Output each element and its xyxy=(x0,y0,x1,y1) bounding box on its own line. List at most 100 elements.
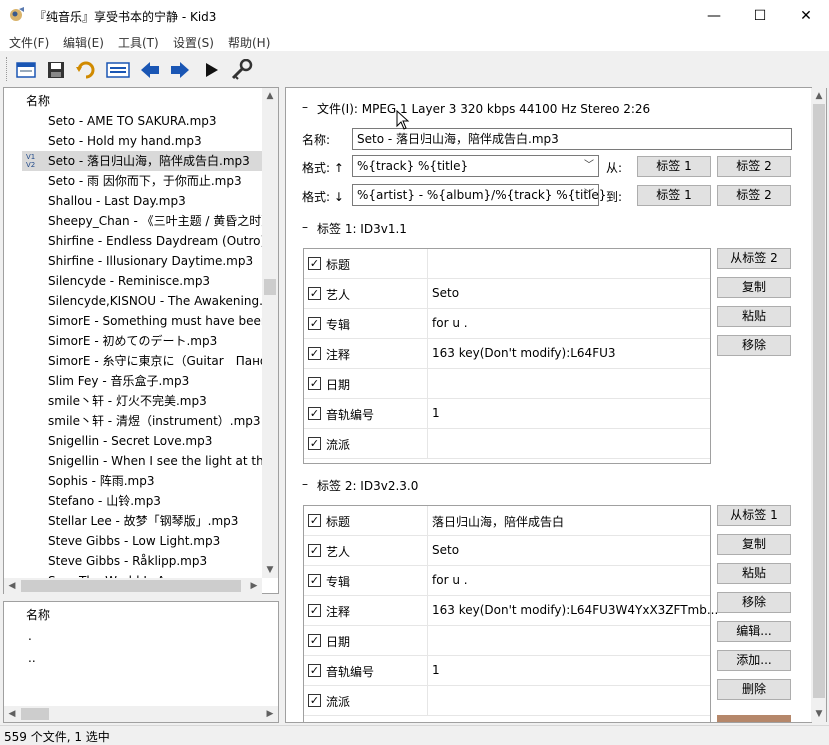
file-list-item[interactable]: Seto - AME TO SAKURA.mp3 xyxy=(22,111,262,131)
field-value[interactable]: for u . xyxy=(432,316,468,330)
file-list-item[interactable]: Steve Gibbs - Low Light.mp3 xyxy=(22,531,262,551)
field-value[interactable]: Seto xyxy=(432,543,459,557)
dir-list-hscroll-thumb[interactable] xyxy=(21,708,49,720)
field-checkbox[interactable]: ✓ xyxy=(308,287,321,300)
name-input[interactable]: Seto - 落日归山海，陪伴成告白.mp3 xyxy=(352,128,792,150)
field-checkbox[interactable]: ✓ xyxy=(308,544,321,557)
tag2-action-button[interactable]: 删除 xyxy=(717,679,791,700)
tag2-field-row[interactable]: ✓ 专辑 for u . xyxy=(304,566,710,596)
dir-item-parent[interactable]: .. xyxy=(28,651,36,665)
tag2-action-button[interactable]: 粘贴 xyxy=(717,563,791,584)
tag1-collapse-icon[interactable]: – xyxy=(302,220,308,234)
tag1-action-button[interactable]: 粘贴 xyxy=(717,306,791,327)
dir-list-hscroll[interactable]: ◀ ▶ xyxy=(4,706,278,722)
scroll-left-arrow[interactable]: ◀ xyxy=(4,706,20,722)
file-list-item[interactable]: Slim Fey - 音乐盒子.mp3 xyxy=(22,371,262,391)
menu-tools[interactable]: 工具(T) xyxy=(118,34,159,51)
file-list-item[interactable]: smile丶轩 - 灯火不完美.mp3 xyxy=(22,391,262,411)
file-list-column-header[interactable]: 名称 xyxy=(26,92,50,109)
file-list-vscroll-thumb[interactable] xyxy=(264,279,276,295)
file-list-item[interactable]: SimorE - 初めてのデート.mp3 xyxy=(22,331,262,351)
tag2-action-button[interactable]: 从标签 1 xyxy=(717,505,791,526)
tag2-field-row[interactable]: ✓ 注释 163 key(Don't modify):L64FU3W4YxX3ZFT… xyxy=(304,596,718,626)
menu-file[interactable]: 文件(F) xyxy=(9,34,49,51)
tag2-field-row[interactable]: ✓ 流派 xyxy=(304,686,710,716)
tag1-field-row[interactable]: ✓ 注释 163 key(Don't modify):L64FU3 xyxy=(304,339,710,369)
format-from-combo[interactable]: %{track} %{title} ﹀ xyxy=(352,155,599,177)
field-checkbox[interactable]: ✓ xyxy=(308,317,321,330)
tag2-action-button[interactable]: 编辑... xyxy=(717,621,791,642)
field-checkbox[interactable]: ✓ xyxy=(308,694,321,707)
field-value[interactable]: Seto xyxy=(432,286,459,300)
field-value[interactable]: 163 key(Don't modify):L64FU3 xyxy=(432,346,616,360)
file-list-item[interactable]: smile丶轩 - 清煜（instrument）.mp3 xyxy=(22,411,262,431)
save-button[interactable] xyxy=(43,57,69,83)
file-list-item[interactable]: Snigellin - When I see the light at tha xyxy=(22,451,262,471)
close-button[interactable]: ✕ xyxy=(783,0,829,31)
previous-file-button[interactable] xyxy=(137,57,163,83)
scroll-down-arrow[interactable]: ▼ xyxy=(811,706,827,722)
scroll-up-arrow[interactable]: ▲ xyxy=(811,88,827,104)
dir-list-column-header[interactable]: 名称 xyxy=(26,606,50,623)
next-file-button[interactable] xyxy=(167,57,193,83)
tag1-field-row[interactable]: ✓ 标题 xyxy=(304,249,710,279)
from-tag1-button[interactable]: 标签 1 xyxy=(637,156,711,177)
file-list-item[interactable]: SimorE - 糸守に東京に（Guitar Пано） xyxy=(22,351,262,371)
scroll-up-arrow[interactable]: ▲ xyxy=(262,88,278,104)
tag1-action-button[interactable]: 从标签 2 xyxy=(717,248,791,269)
tag1-field-row[interactable]: ✓ 流派 xyxy=(304,429,710,459)
file-list-vscroll[interactable]: ▲ ▼ xyxy=(262,88,278,578)
minimize-button[interactable]: — xyxy=(691,0,737,31)
file-list-hscroll[interactable]: ◀ ▶ xyxy=(4,578,262,594)
file-list-item[interactable]: Stefano - 山铃.mp3 xyxy=(22,491,262,511)
playlist-button[interactable] xyxy=(105,57,131,83)
file-list-item[interactable]: Seto - Hold my hand.mp3 xyxy=(22,131,262,151)
scroll-left-arrow[interactable]: ◀ xyxy=(4,578,20,594)
field-value[interactable]: 1 xyxy=(432,406,440,420)
field-value[interactable]: 落日归山海，陪伴成告白 xyxy=(432,513,564,530)
file-list-item[interactable]: Snigellin - Secret Love.mp3 xyxy=(22,431,262,451)
tag1-field-row[interactable]: ✓ 专辑 for u . xyxy=(304,309,710,339)
tag1-field-row[interactable]: ✓ 日期 xyxy=(304,369,710,399)
file-list-item[interactable]: Sophis - 阵雨.mp3 xyxy=(22,471,262,491)
menu-edit[interactable]: 编辑(E) xyxy=(63,34,104,51)
open-folder-button[interactable] xyxy=(13,57,39,83)
tag-pane-vscroll-thumb[interactable] xyxy=(813,104,825,698)
field-checkbox[interactable]: ✓ xyxy=(308,634,321,647)
tag2-action-button[interactable]: 移除 xyxy=(717,592,791,613)
file-section-collapse-icon[interactable]: – xyxy=(302,100,308,114)
file-list-item[interactable]: Shirfine - Endless Daydream (Outro). xyxy=(22,231,262,251)
field-checkbox[interactable]: ✓ xyxy=(308,664,321,677)
field-checkbox[interactable]: ✓ xyxy=(308,514,321,527)
tag1-action-button[interactable]: 复制 xyxy=(717,277,791,298)
file-list-item[interactable]: Sheepy_Chan - 《三叶主题 / 黄昏之时》 xyxy=(22,211,262,231)
scroll-down-arrow[interactable]: ▼ xyxy=(262,562,278,578)
from-tag2-button[interactable]: 标签 2 xyxy=(717,156,791,177)
field-checkbox[interactable]: ✓ xyxy=(308,257,321,270)
field-checkbox[interactable]: ✓ xyxy=(308,407,321,420)
to-tag1-button[interactable]: 标签 1 xyxy=(637,185,711,206)
cover-art-thumbnail[interactable] xyxy=(717,715,791,722)
tag-pane-vscroll[interactable]: ▲ ▼ xyxy=(811,88,827,722)
field-checkbox[interactable]: ✓ xyxy=(308,604,321,617)
field-checkbox[interactable]: ✓ xyxy=(308,347,321,360)
tag2-field-row[interactable]: ✓ 标题 落日归山海，陪伴成告白 xyxy=(304,506,710,536)
tag2-field-row[interactable]: ✓ 艺人 Seto xyxy=(304,536,710,566)
tag2-collapse-icon[interactable]: – xyxy=(302,477,308,491)
file-list-item[interactable]: Silencyde - Reminisce.mp3 xyxy=(22,271,262,291)
file-list-item[interactable]: Steve Gibbs - Råklipp.mp3 xyxy=(22,551,262,571)
menu-settings[interactable]: 设置(S) xyxy=(173,34,214,51)
file-list-item[interactable]: Seto - 雨 因你而下，于你而止.mp3 xyxy=(22,171,262,191)
settings-button[interactable] xyxy=(229,57,255,83)
scroll-right-arrow[interactable]: ▶ xyxy=(246,578,262,594)
field-value[interactable]: 1 xyxy=(432,663,440,677)
tag2-field-row[interactable]: ✓ 音轨编号 1 xyxy=(304,656,710,686)
tag1-field-row[interactable]: ✓ 音轨编号 1 xyxy=(304,399,710,429)
tag2-action-button[interactable]: 复制 xyxy=(717,534,791,555)
file-list-item[interactable]: Silencyde,KISNOU - The Awakening.m xyxy=(22,291,262,311)
scroll-right-arrow[interactable]: ▶ xyxy=(262,706,278,722)
to-tag2-button[interactable]: 标签 2 xyxy=(717,185,791,206)
tag2-action-button[interactable]: 添加... xyxy=(717,650,791,671)
maximize-button[interactable]: ☐ xyxy=(737,0,783,31)
field-checkbox[interactable]: ✓ xyxy=(308,437,321,450)
